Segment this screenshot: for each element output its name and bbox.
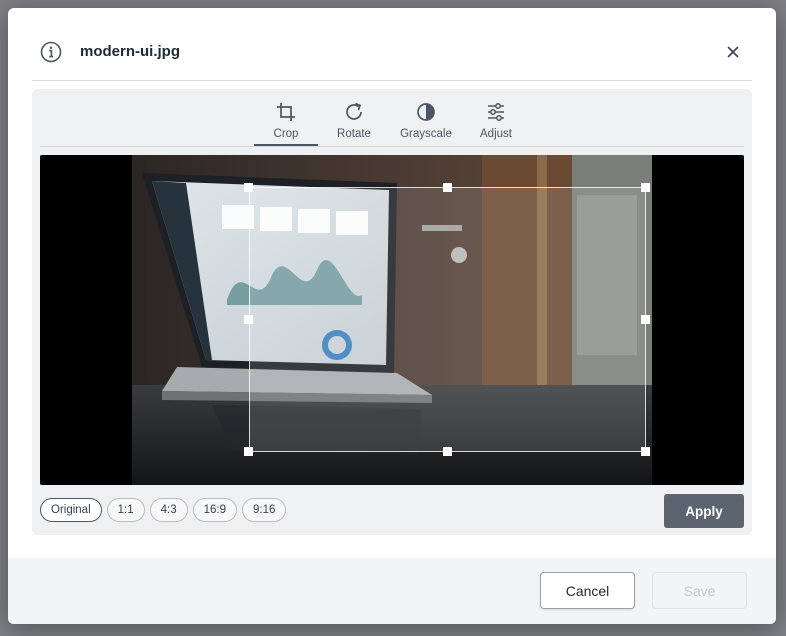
dialog-header: modern-ui.jpg bbox=[32, 8, 752, 81]
crop-handle-right[interactable] bbox=[641, 315, 650, 324]
crop-handle-bottom-right[interactable] bbox=[641, 447, 650, 456]
dialog-footer: Cancel Save bbox=[8, 558, 776, 624]
tab-label: Grayscale bbox=[400, 128, 452, 140]
crop-handle-left[interactable] bbox=[244, 315, 253, 324]
image-editor-dialog: modern-ui.jpg Crop Rotate Grayscale Adju… bbox=[8, 8, 776, 624]
rotate-icon bbox=[346, 102, 362, 120]
tab-adjust[interactable]: Adjust bbox=[466, 101, 526, 146]
crop-handle-top[interactable] bbox=[443, 183, 452, 192]
tab-label: Rotate bbox=[337, 128, 371, 140]
crop-selection[interactable] bbox=[249, 187, 646, 452]
cancel-button[interactable]: Cancel bbox=[540, 572, 635, 609]
aspect-ratio-group: Original 1:1 4:3 16:9 9:16 bbox=[40, 498, 287, 522]
tab-grayscale[interactable]: Grayscale bbox=[393, 101, 459, 146]
tab-rotate[interactable]: Rotate bbox=[322, 101, 386, 146]
info-icon bbox=[40, 41, 62, 63]
editor-tabs: Crop Rotate Grayscale Adjust bbox=[40, 89, 744, 147]
close-button[interactable] bbox=[722, 41, 744, 63]
dialog-title: modern-ui.jpg bbox=[80, 43, 180, 60]
ratio-9-16[interactable]: 9:16 bbox=[242, 498, 287, 522]
crop-handle-top-right[interactable] bbox=[641, 183, 650, 192]
save-button[interactable]: Save bbox=[652, 572, 747, 609]
crop-handle-top-left[interactable] bbox=[244, 183, 253, 192]
crop-handle-bottom-left[interactable] bbox=[244, 447, 253, 456]
ratio-original[interactable]: Original bbox=[40, 498, 102, 522]
editor-panel: Crop Rotate Grayscale Adjust Original 1:… bbox=[32, 89, 752, 535]
apply-button[interactable]: Apply bbox=[664, 494, 744, 528]
crop-handle-bottom[interactable] bbox=[443, 447, 452, 456]
sliders-icon bbox=[488, 103, 504, 121]
crop-icon bbox=[277, 103, 295, 121]
ratio-1-1[interactable]: 1:1 bbox=[106, 498, 145, 522]
image-canvas[interactable] bbox=[40, 155, 744, 485]
tab-label: Adjust bbox=[480, 128, 512, 140]
ratio-4-3[interactable]: 4:3 bbox=[149, 498, 188, 522]
tab-label: Crop bbox=[273, 128, 299, 140]
tab-crop[interactable]: Crop bbox=[254, 101, 318, 146]
close-icon bbox=[727, 46, 739, 58]
ratio-16-9[interactable]: 16:9 bbox=[192, 498, 238, 522]
grayscale-icon bbox=[417, 103, 435, 121]
